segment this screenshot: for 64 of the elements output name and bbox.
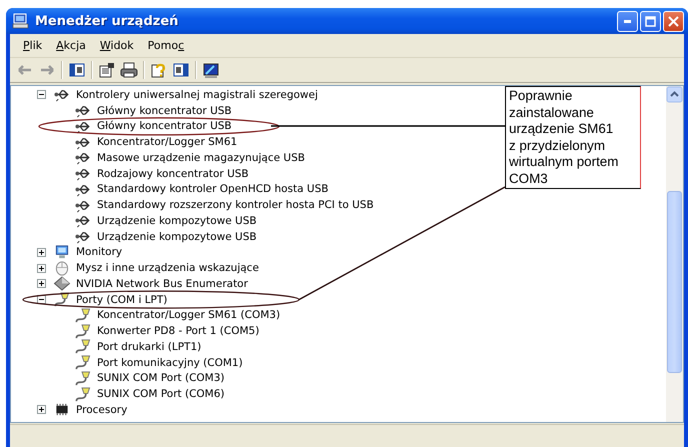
collapse-toggle[interactable] (37, 90, 46, 100)
panel-icon (172, 62, 190, 78)
tree-item[interactable]: Masowe urządzenie magazynujące USB (97, 152, 305, 164)
tree-item[interactable]: NVIDIA Network Bus Enumerator (76, 278, 248, 290)
serial-port-icon (74, 339, 92, 354)
usb-icon (74, 150, 92, 166)
scroll-up-button[interactable] (666, 86, 683, 103)
menu-item[interactable]: Widok (92, 39, 141, 52)
minimize-icon (624, 20, 631, 22)
tree-item[interactable]: Procesory (76, 404, 128, 416)
serial-port-icon (53, 292, 71, 308)
scrollbar[interactable] (666, 86, 683, 422)
expand-toggle[interactable] (37, 405, 46, 414)
maximize-icon (645, 16, 656, 26)
menu-item[interactable]: Plik (16, 39, 50, 52)
tree-item[interactable]: Port drukarki (LPT1) (97, 340, 202, 353)
computer-icon (12, 13, 30, 29)
expand-toggle[interactable] (37, 279, 46, 288)
scroll-thumb[interactable] (667, 191, 682, 373)
printer-icon (120, 62, 138, 78)
usb-icon (74, 213, 92, 228)
annotation-callout: Poprawnie zainstalowane urządzenie SM61 z przydzielonym wirtualnym portem COM3 (505, 86, 641, 189)
maximize-button[interactable] (640, 10, 661, 32)
tree-item[interactable]: Konwerter PD8 - Port 1 (COM5) (97, 325, 260, 338)
tree-item[interactable]: Urządzenie kompozytowe USB (97, 230, 257, 243)
close-button[interactable] (663, 10, 684, 32)
tree-item[interactable]: Standardowy rozszerzony kontroler hosta PCI to USB (97, 199, 374, 212)
tree-item[interactable]: Urządzenie kompozytowe USB (97, 214, 257, 227)
panel-icon (68, 62, 86, 78)
minimize-button[interactable] (617, 10, 638, 32)
serial-port-icon (74, 324, 92, 339)
window-title: Menedżer urządzeń (35, 14, 180, 28)
tree-item[interactable]: Port komunikacyjny (COM1) (97, 356, 243, 369)
menu-item[interactable]: Pomoc (140, 39, 192, 52)
serial-port-icon (74, 355, 92, 370)
tree-item[interactable]: Kontrolery uniwersalnej magistrali szeregowej (76, 88, 318, 101)
monitor-scan-icon (202, 62, 220, 78)
serial-port-icon (74, 308, 92, 323)
tree-item[interactable]: Mysz i inne urządzenia wskazujące (76, 262, 259, 274)
usb-icon (74, 103, 92, 118)
diamond-icon (53, 276, 71, 292)
help-icon (150, 62, 168, 78)
expand-toggle[interactable] (37, 264, 46, 273)
tree-item[interactable]: SUNIX COM Port (COM6) (97, 388, 225, 400)
menu-item[interactable]: Akcja (49, 39, 93, 52)
close-icon (668, 16, 679, 26)
tree-item[interactable]: Monitory (76, 246, 122, 258)
serial-port-icon (74, 370, 92, 386)
tree-item[interactable]: Standardowy kontroler OpenHCD hosta USB (97, 183, 328, 196)
usb-icon (74, 166, 92, 182)
tree-item[interactable]: Główny koncentrator USB (97, 104, 232, 117)
tree-item[interactable]: SUNIX COM Port (COM3) (97, 372, 225, 384)
serial-port-icon (74, 386, 92, 402)
document-icon (98, 62, 116, 78)
collapse-toggle[interactable] (37, 295, 46, 304)
usb-icon (74, 229, 92, 244)
tree-item[interactable]: Koncentrator/Logger SM61 (97, 136, 238, 148)
tree-item[interactable]: Rodzajowy koncentrator USB (97, 168, 249, 180)
usb-icon (53, 87, 71, 102)
tree-item[interactable]: Koncentrator/Logger SM61 (COM3) (97, 309, 280, 322)
monitor-icon (53, 244, 71, 260)
printer-button[interactable] (118, 60, 140, 80)
expand-toggle[interactable] (37, 248, 46, 257)
mouse-icon (53, 260, 71, 276)
